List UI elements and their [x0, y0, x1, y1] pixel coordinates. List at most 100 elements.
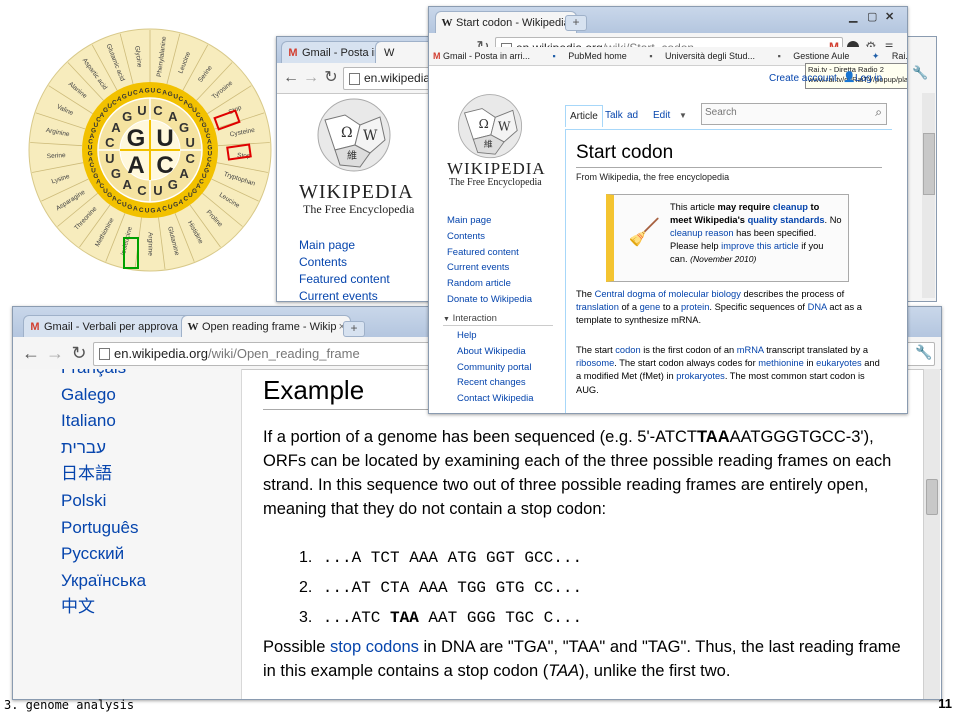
link-central-dogma[interactable]: Central dogma of molecular biology [595, 289, 741, 299]
wheel-third-base: G [145, 88, 150, 95]
more-dropdown-icon[interactable]: ▼ [679, 111, 687, 120]
search-icon[interactable]: ⌕ [875, 105, 882, 120]
back-nav-contents[interactable]: Contents [299, 254, 390, 271]
nav-main-page[interactable]: Main page [447, 213, 532, 229]
wheel-third-base: U [145, 207, 150, 214]
link-quality-standards[interactable]: quality standards [748, 215, 825, 225]
link-methionine[interactable]: methionine [758, 358, 803, 368]
lang-francais[interactable]: Français [61, 369, 146, 382]
back-wrench-icon[interactable]: 🔧 [912, 65, 928, 81]
cleanup-b1: may require [717, 202, 773, 212]
bookmark-gmail[interactable]: M Gmail - Posta in arri... [433, 51, 540, 61]
wheel-second-base: G [111, 166, 121, 181]
close-window-button[interactable]: ✕ [885, 10, 894, 23]
orf-scrollbar[interactable] [923, 369, 940, 699]
lang-russian[interactable]: Русский [61, 541, 146, 568]
back-nav-main-page[interactable]: Main page [299, 237, 390, 254]
login-link[interactable]: Log in [855, 73, 882, 84]
nav-contact[interactable]: Contact Wikipedia [457, 391, 534, 407]
create-account-link[interactable]: Create account [769, 73, 837, 84]
tab-read-partial[interactable]: ad [627, 110, 638, 121]
link-dna[interactable]: DNA [808, 302, 827, 312]
wheel-second-base: G [179, 120, 189, 135]
back-scroll-thumb[interactable] [923, 133, 935, 195]
start-tab-label: Start codon - Wikipedia, th [456, 17, 577, 29]
new-tab-button[interactable]: + [343, 321, 365, 337]
nav-contents[interactable]: Contents [447, 229, 532, 245]
lang-italiano[interactable]: Italiano [61, 408, 146, 435]
search-input[interactable]: Search [705, 107, 737, 118]
tab-article[interactable]: Article [565, 105, 603, 127]
bookmark-universita[interactable]: ▪ Università degli Stud... [649, 51, 765, 61]
link-eukaryotes[interactable]: eukaryotes [816, 358, 861, 368]
interaction-sidebar-rule [443, 325, 553, 326]
link-ribosome[interactable]: ribosome [576, 358, 614, 368]
bookmark-pubmed[interactable]: ▪ PubMed home [553, 51, 637, 61]
link-gene[interactable]: gene [640, 302, 661, 312]
link-translation[interactable]: translation [576, 302, 619, 312]
link-stop-codons[interactable]: stop codons [330, 638, 419, 656]
tab-talk[interactable]: Talk [605, 110, 623, 121]
svg-text:維: 維 [484, 138, 493, 150]
link-codon[interactable]: codon [615, 345, 640, 355]
wheel-center-a: A [127, 152, 144, 179]
start-tab-wiki[interactable]: W Start codon - Wikipedia, th [435, 11, 577, 34]
bookmark-aule-label: Gestione Aule [793, 51, 850, 61]
back-scrollbar[interactable] [922, 93, 935, 298]
search-box[interactable]: Search ⌕ [701, 103, 887, 125]
lang-japanese[interactable]: 日本語 [61, 461, 146, 488]
wrench-icon[interactable]: 🔧 [915, 343, 933, 361]
back-arrow-icon[interactable]: ← [21, 343, 41, 363]
forward-arrow-icon[interactable]: → [301, 68, 321, 88]
orf-article: Example If a portion of a genome has bee… [263, 369, 903, 699]
nav-help[interactable]: Help [457, 328, 534, 344]
nav-community[interactable]: Community portal [457, 360, 534, 376]
back-tabbar: M Gmail - Posta in arrivo - ne W [277, 37, 447, 64]
wheel-second-base: C [186, 151, 196, 166]
reading-frame-2: 2. ...AT CTA AAA TGG GTG CC... [299, 573, 582, 603]
lang-chinese[interactable]: 中文 [61, 594, 146, 621]
link-cleanup-reason[interactable]: cleanup reason [670, 228, 734, 238]
bookmark-aule[interactable]: ▪ Gestione Aule [778, 51, 860, 61]
article-from: From Wikipedia, the free encyclopedia [576, 172, 730, 182]
nav-about[interactable]: About Wikipedia [457, 344, 534, 360]
nav-random-article[interactable]: Random article [447, 276, 532, 292]
maximize-button[interactable]: ▢ [867, 10, 877, 23]
link-improve-article[interactable]: improve this article [721, 241, 799, 251]
orf-tab-gmail[interactable]: M Gmail - Verbali per approva × [23, 315, 195, 338]
orf-tab-wiki[interactable]: W Open reading frame - Wikip × [181, 315, 351, 338]
forward-arrow-icon[interactable]: → [45, 343, 65, 363]
back-nav-current-events[interactable]: Current events [299, 288, 390, 301]
nav-featured-content[interactable]: Featured content [447, 245, 532, 261]
wheel-second-base: A [168, 109, 178, 124]
nav-recent-changes[interactable]: Recent changes [457, 375, 534, 391]
tab-edit[interactable]: Edit [653, 110, 670, 121]
interaction-toggle[interactable]: ▼ Interaction [443, 313, 497, 324]
back-arrow-icon[interactable]: ← [281, 68, 301, 88]
wheel-third-base: G [168, 91, 173, 98]
p2-c: transcript translated by a [763, 345, 869, 355]
link-mrna[interactable]: mRNA [737, 345, 764, 355]
frame-sequence: ...AT CTA AAA TGG GTG CC... [322, 579, 583, 597]
nav-donate[interactable]: Donate to Wikipedia [447, 292, 532, 308]
back-nav-featured[interactable]: Featured content [299, 271, 390, 288]
minimize-button[interactable]: ▁ [849, 10, 857, 23]
link-cleanup[interactable]: cleanup [773, 202, 808, 212]
article-title: Start codon [576, 142, 674, 163]
link-prokaryotes[interactable]: prokaryotes [676, 371, 725, 381]
new-tab-button[interactable]: + [565, 15, 587, 31]
wheel-third-base: C [139, 207, 144, 214]
orf-url-path: /wiki/Open_reading_frame [207, 346, 360, 361]
orf-scroll-thumb[interactable] [926, 479, 938, 515]
lang-hebrew[interactable]: עברית [61, 435, 146, 462]
lang-portugues[interactable]: Português [61, 515, 146, 542]
lang-ukrainian[interactable]: Українська [61, 568, 146, 595]
bookmark-raitv[interactable]: ✦ Rai.tv - Diretta Radio 2 [872, 51, 907, 61]
lang-polski[interactable]: Polski [61, 488, 146, 515]
lang-galego[interactable]: Galego [61, 382, 146, 409]
reload-icon[interactable]: ↻ [69, 343, 89, 363]
nav-current-events[interactable]: Current events [447, 260, 532, 276]
link-protein[interactable]: protein [681, 302, 709, 312]
reload-icon[interactable]: ↻ [321, 68, 341, 88]
svg-text:Ω: Ω [341, 125, 353, 141]
